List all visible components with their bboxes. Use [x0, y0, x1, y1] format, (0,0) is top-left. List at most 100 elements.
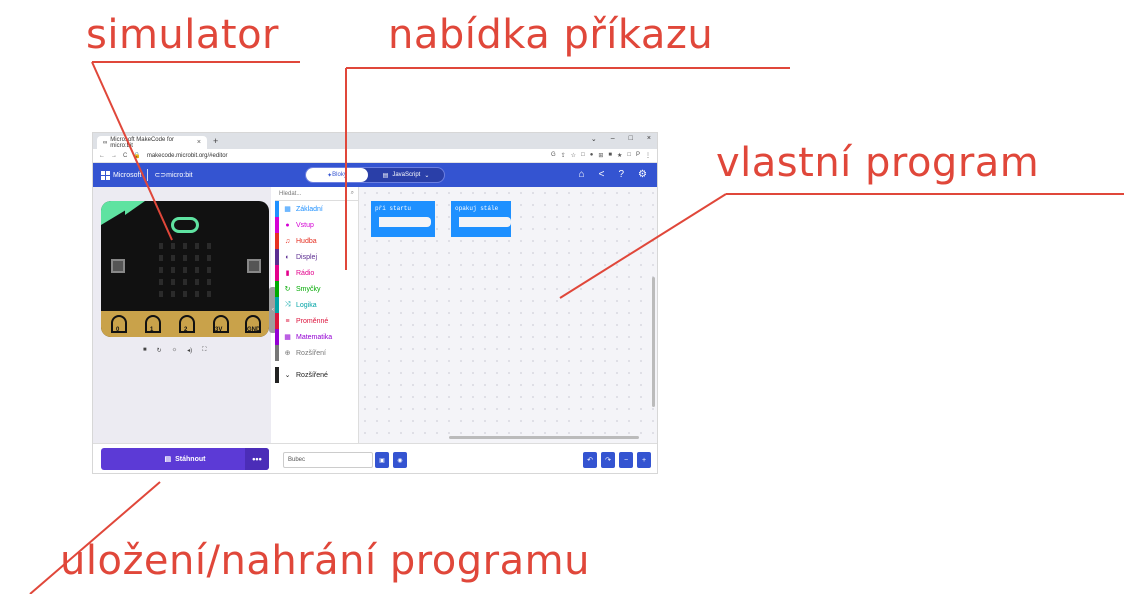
- toolbox-search[interactable]: Hledat... ⌕: [275, 187, 358, 201]
- chevron-down-icon[interactable]: ⌄: [424, 172, 429, 179]
- browser-menu-icon[interactable]: ⋮: [645, 152, 651, 159]
- category-label: Rozšířené: [296, 371, 328, 379]
- led: [159, 243, 163, 249]
- led: [171, 255, 175, 261]
- tab-close-icon[interactable]: ×: [197, 139, 201, 146]
- restart-icon[interactable]: ↻: [157, 347, 162, 354]
- project-name-input[interactable]: Bubec: [283, 452, 373, 468]
- microbit-logo-icon: ⊂⊃: [154, 172, 167, 179]
- search-icon: ⌕: [350, 190, 354, 196]
- toolbox-category[interactable]: ≡ Proměnné: [275, 313, 358, 329]
- new-tab-button[interactable]: +: [213, 136, 218, 146]
- github-icon[interactable]: ◉: [393, 452, 407, 468]
- forward-icon[interactable]: →: [111, 153, 117, 159]
- microsoft-brand: Microsoft: [113, 171, 142, 179]
- toolbox-category[interactable]: ◐ Displej: [275, 249, 358, 265]
- back-icon[interactable]: ←: [99, 153, 105, 159]
- board-logo[interactable]: [171, 217, 199, 233]
- more-options-button[interactable]: •••: [245, 448, 269, 470]
- simulator-panel: 0 1 2 3V GND ■ ↻ ☼ ◂) ⛶: [93, 187, 271, 443]
- led: [207, 267, 211, 273]
- download-label: Stáhnout: [175, 455, 206, 463]
- led: [195, 243, 199, 249]
- toolbox-category[interactable]: ● Vstup: [275, 217, 358, 233]
- stop-icon[interactable]: ■: [143, 347, 147, 354]
- pin-label: 1: [150, 327, 154, 333]
- category-label: Smyčky: [296, 285, 321, 293]
- blocks-tab[interactable]: ✦ Bloky: [306, 168, 368, 182]
- zoom-in-icon[interactable]: +: [637, 452, 651, 468]
- toolbox-category[interactable]: ♫ Hudba: [275, 233, 358, 249]
- toolbox-category[interactable]: ▦ Základní: [275, 201, 358, 217]
- header-divider: [147, 169, 149, 181]
- microbit-brand: micro:bit: [166, 171, 193, 179]
- extension-icon[interactable]: ■: [608, 152, 612, 159]
- forever-block[interactable]: opakuj stále: [451, 201, 511, 237]
- horizontal-scrollbar[interactable]: [449, 436, 639, 439]
- block-slot: [459, 217, 511, 227]
- javascript-tab[interactable]: ▤ JavaScript ⌄: [368, 168, 444, 182]
- category-label: Displej: [296, 253, 318, 261]
- extension-icon[interactable]: □: [581, 152, 585, 159]
- maximize-icon[interactable]: □: [629, 135, 633, 143]
- redo-icon[interactable]: ↷: [601, 452, 615, 468]
- fullscreen-icon[interactable]: ⛶: [202, 347, 206, 354]
- js-icon: ▤: [382, 172, 389, 179]
- toolbox-category[interactable]: ⤨ Logika: [275, 297, 358, 313]
- home-icon[interactable]: ⌂: [579, 169, 585, 180]
- toolbox-category[interactable]: ⊕ Rozšíření: [275, 345, 358, 361]
- extension-icons: G ⇪ ☆ □ ● ⊞ ■ ★ □ P ⋮: [551, 152, 651, 159]
- category-label: Logika: [296, 301, 317, 309]
- close-window-icon[interactable]: ×: [647, 135, 651, 143]
- undo-icon[interactable]: ↶: [583, 452, 597, 468]
- program-canvas[interactable]: při startu opakuj stále: [359, 187, 657, 443]
- reload-icon[interactable]: C: [123, 153, 127, 159]
- led: [183, 291, 187, 297]
- annotation-save: uložení/nahrání programu: [60, 538, 590, 584]
- pin-label: GND: [247, 327, 261, 333]
- button-a[interactable]: [111, 259, 125, 273]
- download-button[interactable]: ▤ Stáhnout •••: [101, 448, 269, 470]
- led: [183, 243, 187, 249]
- profile-avatar[interactable]: P: [636, 152, 640, 159]
- sidebar-icon[interactable]: □: [627, 152, 631, 159]
- save-icon[interactable]: ▣: [375, 452, 389, 468]
- header-icons: ⌂ < ? ⚙: [579, 169, 647, 180]
- button-b[interactable]: [247, 259, 261, 273]
- block-slot: [379, 217, 431, 227]
- minimize-icon[interactable]: –: [611, 135, 615, 143]
- browser-tab[interactable]: ∞ Microsoft MakeCode for micro:bit ×: [97, 136, 207, 149]
- extensions-puzzle-icon[interactable]: ★: [617, 152, 622, 159]
- toolbox-category[interactable]: ▦ Matematika: [275, 329, 358, 345]
- zoom-out-icon[interactable]: −: [619, 452, 633, 468]
- tab-search-icon[interactable]: ⌄: [591, 135, 597, 143]
- on-start-block[interactable]: při startu: [371, 201, 435, 237]
- category-icon: ●: [285, 221, 290, 229]
- url-field[interactable]: makecode.microbit.org/#editor: [147, 153, 545, 159]
- vertical-scrollbar[interactable]: [652, 277, 655, 407]
- led: [171, 267, 175, 273]
- search-input[interactable]: Hledat...: [279, 191, 301, 197]
- extension-icon[interactable]: ●: [590, 152, 594, 159]
- category-label: Rádio: [296, 269, 315, 277]
- google-icon[interactable]: G: [551, 152, 556, 159]
- block-footer: [371, 227, 435, 237]
- bookmark-icon[interactable]: ☆: [571, 152, 576, 159]
- share-icon[interactable]: <: [599, 169, 605, 180]
- slow-mo-icon[interactable]: ☼: [172, 347, 178, 354]
- toolbox-category[interactable]: ↻ Smyčky: [275, 281, 358, 297]
- mute-icon[interactable]: ◂): [187, 347, 192, 354]
- toolbox-category[interactable]: ▮ Rádio: [275, 265, 358, 281]
- led: [171, 291, 175, 297]
- toolbox-category[interactable]: ⌄ Rozšířené: [275, 367, 358, 383]
- tab-favicon-icon: ∞: [103, 139, 108, 146]
- share-page-icon[interactable]: ⇪: [561, 152, 566, 159]
- help-icon[interactable]: ?: [618, 169, 624, 180]
- extension-icon[interactable]: ⊞: [598, 152, 603, 159]
- address-bar: ← → C 🔒 makecode.microbit.org/#editor G …: [93, 149, 657, 163]
- microbit-board[interactable]: 0 1 2 3V GND: [101, 201, 269, 337]
- window-controls: ⌄ – □ ×: [591, 135, 651, 143]
- settings-icon[interactable]: ⚙: [638, 169, 647, 180]
- edit-controls: ↶ ↷ − +: [583, 452, 651, 468]
- category-icon: ⤨: [284, 301, 291, 308]
